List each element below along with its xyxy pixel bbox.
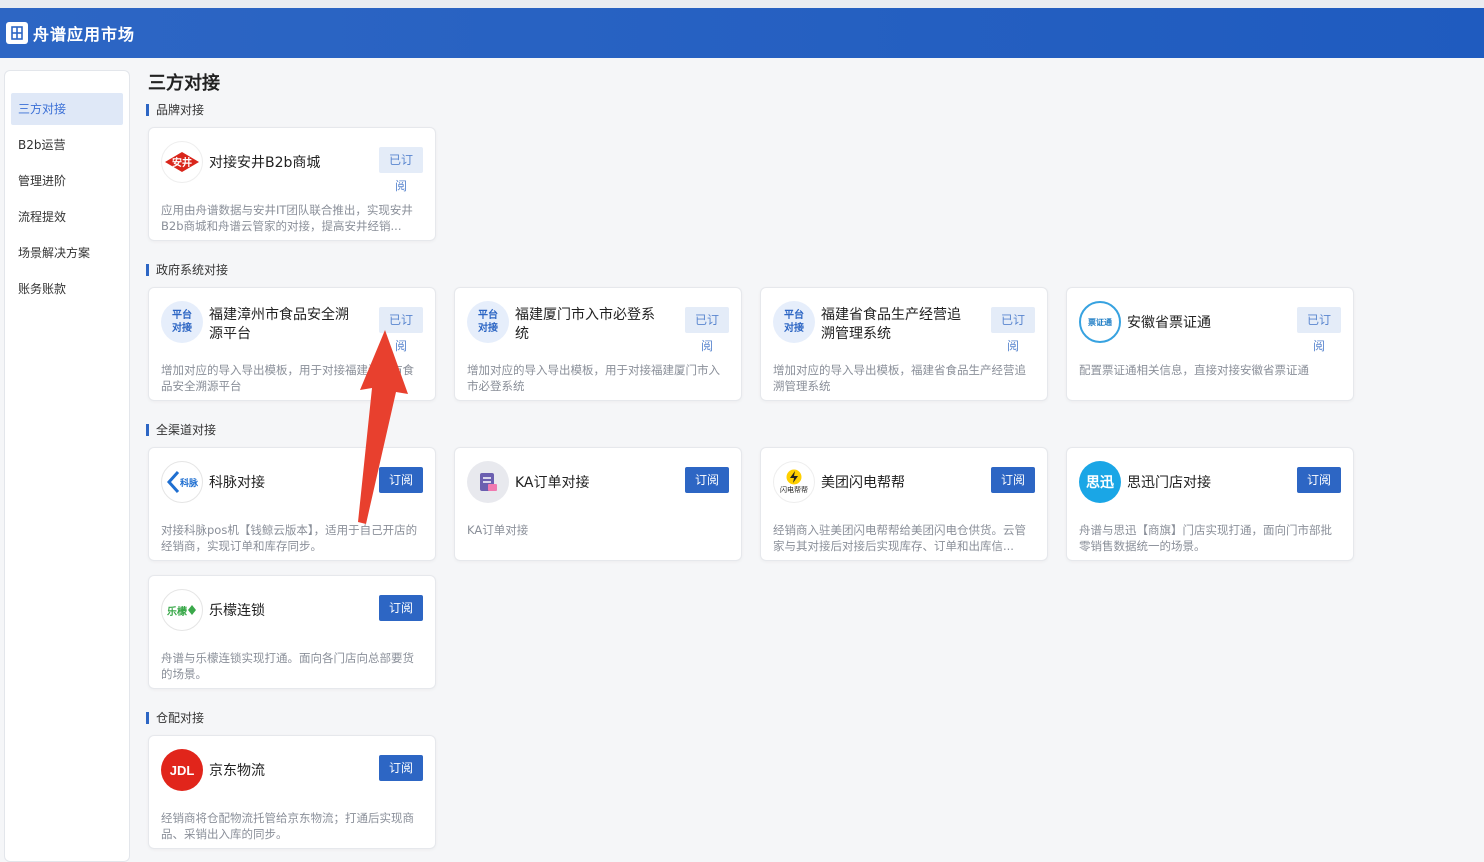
subscribe-button[interactable]: 订阅 [685, 467, 729, 493]
app-card[interactable]: 思迅 思迅门店对接 订阅 舟谱与思迅【商旗】门店实现打通，面向门市部批零销售数据… [1066, 447, 1354, 561]
main-content: 三方对接 [148, 70, 1468, 98]
jd-logistics-icon: JDL [161, 749, 203, 791]
app-name: 乐檬连锁 [209, 603, 265, 619]
app-description: KA订单对接 [467, 523, 529, 537]
subscribed-button[interactable]: 已订阅 [685, 307, 729, 353]
app-card[interactable]: 平台对接 福建省食品生产经营追溯管理系统 已订阅 增加对应的导入导出模板，福建省… [760, 287, 1048, 401]
app-card[interactable]: 乐檬 乐檬连锁 订阅 舟谱与乐檬连锁实现打通。面向各门店向总部要货的场景。 [148, 575, 436, 689]
app-description: 配置票证通相关信息，直接对接安徽省票证通 [1079, 363, 1309, 377]
app-description: 经销商将仓配物流托管给京东物流；打通后实现商品、采销出入库的同步。 [161, 811, 414, 841]
app-name: 福建漳州市食品安全溯源平台 [209, 307, 349, 342]
ka-order-icon [467, 461, 509, 503]
app-header: 舟谱应用市场 [0, 8, 1484, 58]
platform-icon: 平台对接 [773, 301, 815, 343]
app-name: KA订单对接 [515, 475, 590, 491]
app-description: 对接科脉pos机【钱鲸云版本】，适用于自己开店的经销商，实现订单和库存同步。 [161, 523, 418, 553]
browser-bookmark-strip [0, 0, 1484, 8]
section-title-warehouse: 仓配对接 [146, 712, 204, 724]
sidebar-item-solutions[interactable]: 场景解决方案 [11, 237, 123, 269]
sidebar-item-process[interactable]: 流程提效 [11, 201, 123, 233]
sidebar: 三方对接 B2b运营 管理进阶 流程提效 场景解决方案 账务账款 [4, 70, 130, 862]
section-title-brand: 品牌对接 [146, 104, 204, 116]
app-name: 美团闪电帮帮 [821, 475, 905, 491]
subscribed-button[interactable]: 已订阅 [1297, 307, 1341, 353]
subscribe-button[interactable]: 订阅 [379, 595, 423, 621]
sixun-logo-icon: 思迅 [1079, 461, 1121, 503]
subscribe-button[interactable]: 订阅 [379, 755, 423, 781]
page-title: 三方对接 [148, 73, 220, 94]
kemai-logo-icon: 科脉 [161, 461, 203, 503]
app-name: 对接安井B2b商城 [209, 155, 321, 171]
app-description: 应用由舟谱数据与安井IT团队联合推出，实现安井B2b商城和舟谱云管家的对接，提高… [161, 203, 413, 233]
app-description: 增加对应的导入导出模板，福建省食品生产经营追溯管理系统 [773, 363, 1026, 393]
app-name: 安徽省票证通 [1127, 315, 1211, 331]
platform-icon: 平台对接 [467, 301, 509, 343]
app-description: 舟谱与思迅【商旗】门店实现打通，面向门市部批零销售数据统一的场景。 [1079, 523, 1332, 553]
app-name: 科脉对接 [209, 475, 265, 491]
app-card[interactable]: KA订单对接 订阅 KA订单对接 [454, 447, 742, 561]
lemon-logo-icon: 乐檬 [161, 589, 203, 631]
app-title: 舟谱应用市场 [33, 25, 136, 44]
piaozhengtong-logo-icon: 票证通 [1079, 301, 1121, 343]
app-name: 京东物流 [209, 763, 265, 779]
app-name: 福建省食品生产经营追溯管理系统 [821, 307, 961, 342]
app-card[interactable]: 安井 对接安井B2b商城 已订阅 应用由舟谱数据与安井IT团队联合推出，实现安井… [148, 127, 436, 241]
meituan-lightning-icon: 闪电帮帮 [773, 461, 815, 503]
app-card[interactable]: 平台对接 福建漳州市食品安全溯源平台 已订阅 增加对应的导入导出模板，用于对接福… [148, 287, 436, 401]
app-card[interactable]: 科脉 科脉对接 订阅 对接科脉pos机【钱鲸云版本】，适用于自己开店的经销商，实… [148, 447, 436, 561]
app-name: 思迅门店对接 [1127, 475, 1211, 491]
app-logo-icon [6, 22, 28, 44]
sidebar-item-accounts[interactable]: 账务账款 [11, 273, 123, 305]
sidebar-item-b2b[interactable]: B2b运营 [11, 129, 123, 161]
subscribe-button[interactable]: 订阅 [379, 467, 423, 493]
subscribe-button[interactable]: 订阅 [1297, 467, 1341, 493]
app-card[interactable]: 闪电帮帮 美团闪电帮帮 订阅 经销商入驻美团闪电帮帮给美团闪电仓供货。云管家与其… [760, 447, 1048, 561]
subscribed-button[interactable]: 已订阅 [379, 147, 423, 193]
anjing-logo-icon: 安井 [161, 141, 203, 183]
subscribe-button[interactable]: 订阅 [991, 467, 1035, 493]
section-title-government: 政府系统对接 [146, 264, 228, 276]
app-name: 福建厦门市入市必登系统 [515, 307, 655, 342]
section-title-omnichannel: 全渠道对接 [146, 424, 216, 436]
app-description: 增加对应的导入导出模板，用于对接福建漳州市食品安全溯源平台 [161, 363, 414, 393]
app-card[interactable]: 票证通 安徽省票证通 已订阅 配置票证通相关信息，直接对接安徽省票证通 [1066, 287, 1354, 401]
app-card[interactable]: 平台对接 福建厦门市入市必登系统 已订阅 增加对应的导入导出模板，用于对接福建厦… [454, 287, 742, 401]
app-description: 经销商入驻美团闪电帮帮给美团闪电仓供货。云管家与其对接后对接后实现库存、订单和出… [773, 523, 1026, 553]
app-card[interactable]: JDL 京东物流 订阅 经销商将仓配物流托管给京东物流；打通后实现商品、采销出入… [148, 735, 436, 849]
svg-text:安井: 安井 [172, 156, 192, 169]
sidebar-item-management[interactable]: 管理进阶 [11, 165, 123, 197]
sidebar-item-third-party[interactable]: 三方对接 [11, 93, 123, 125]
subscribed-button[interactable]: 已订阅 [991, 307, 1035, 353]
platform-icon: 平台对接 [161, 301, 203, 343]
app-description: 增加对应的导入导出模板，用于对接福建厦门市入市必登系统 [467, 363, 720, 393]
app-description: 舟谱与乐檬连锁实现打通。面向各门店向总部要货的场景。 [161, 651, 414, 681]
subscribed-button[interactable]: 已订阅 [379, 307, 423, 353]
